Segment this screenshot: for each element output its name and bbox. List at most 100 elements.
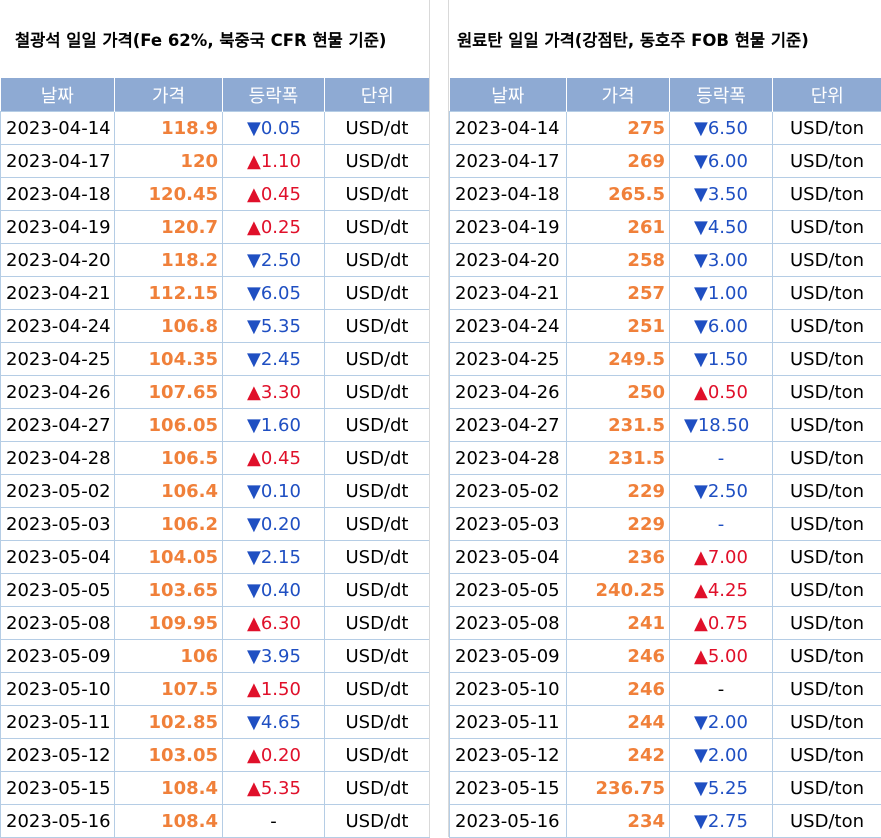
table-row: 2023-05-11102.85▼4.65USD/dt bbox=[1, 706, 430, 739]
table-row: 2023-05-15108.4▲5.35USD/dt bbox=[1, 772, 430, 805]
date-cell: 2023-05-04 bbox=[1, 541, 115, 574]
date-cell: 2023-04-20 bbox=[1, 244, 115, 277]
unit-cell: USD/ton bbox=[773, 343, 881, 376]
table-row: 2023-04-27106.05▼1.60USD/dt bbox=[1, 409, 430, 442]
unit-cell: USD/ton bbox=[773, 178, 881, 211]
price-cell: 242 bbox=[567, 739, 670, 772]
table-row: 2023-04-27231.5▼18.50USD/ton bbox=[450, 409, 881, 442]
price-cell: 231.5 bbox=[567, 409, 670, 442]
change-cell: ▼6.00 bbox=[670, 310, 773, 343]
date-cell: 2023-05-09 bbox=[1, 640, 115, 673]
price-cell: 251 bbox=[567, 310, 670, 343]
unit-cell: USD/dt bbox=[325, 376, 430, 409]
price-cell: 250 bbox=[567, 376, 670, 409]
change-cell: ▲5.00 bbox=[670, 640, 773, 673]
table-row: 2023-04-20258▼3.00USD/ton bbox=[450, 244, 881, 277]
change-cell: ▼2.50 bbox=[223, 244, 325, 277]
price-cell: 236.75 bbox=[567, 772, 670, 805]
unit-cell: USD/ton bbox=[773, 112, 881, 145]
price-cell: 112.15 bbox=[115, 277, 223, 310]
header-unit: 단위 bbox=[773, 78, 881, 112]
unit-cell: USD/ton bbox=[773, 244, 881, 277]
change-cell: ▼2.00 bbox=[670, 706, 773, 739]
change-cell: ▼5.25 bbox=[670, 772, 773, 805]
table-row: 2023-04-18120.45▲0.45USD/dt bbox=[1, 178, 430, 211]
unit-cell: USD/ton bbox=[773, 706, 881, 739]
table-row: 2023-04-24106.8▼5.35USD/dt bbox=[1, 310, 430, 343]
price-cell: 236 bbox=[567, 541, 670, 574]
table-row: 2023-05-05240.25▲4.25USD/ton bbox=[450, 574, 881, 607]
date-cell: 2023-05-02 bbox=[1, 475, 115, 508]
price-cell: 120.7 bbox=[115, 211, 223, 244]
table-row: 2023-04-17120▲1.10USD/dt bbox=[1, 145, 430, 178]
price-cell: 106.8 bbox=[115, 310, 223, 343]
unit-cell: USD/ton bbox=[773, 640, 881, 673]
date-cell: 2023-05-16 bbox=[450, 805, 567, 838]
date-cell: 2023-05-05 bbox=[1, 574, 115, 607]
change-cell: ▼1.60 bbox=[223, 409, 325, 442]
table-row: 2023-05-16234▼2.75USD/ton bbox=[450, 805, 881, 838]
change-cell: ▼0.40 bbox=[223, 574, 325, 607]
price-cell: 106 bbox=[115, 640, 223, 673]
unit-cell: USD/dt bbox=[325, 178, 430, 211]
unit-cell: USD/dt bbox=[325, 145, 430, 178]
table-row: 2023-05-16108.4-USD/dt bbox=[1, 805, 430, 838]
change-cell: ▼4.65 bbox=[223, 706, 325, 739]
unit-cell: USD/ton bbox=[773, 772, 881, 805]
price-cell: 103.65 bbox=[115, 574, 223, 607]
date-cell: 2023-05-08 bbox=[450, 607, 567, 640]
table-row: 2023-05-02229▼2.50USD/ton bbox=[450, 475, 881, 508]
unit-cell: USD/dt bbox=[325, 640, 430, 673]
date-cell: 2023-04-28 bbox=[450, 442, 567, 475]
table-row: 2023-04-14118.9▼0.05USD/dt bbox=[1, 112, 430, 145]
date-cell: 2023-05-15 bbox=[450, 772, 567, 805]
change-cell: ▲6.30 bbox=[223, 607, 325, 640]
date-cell: 2023-04-26 bbox=[450, 376, 567, 409]
price-cell: 103.05 bbox=[115, 739, 223, 772]
date-cell: 2023-04-27 bbox=[1, 409, 115, 442]
unit-cell: USD/dt bbox=[325, 706, 430, 739]
unit-cell: USD/dt bbox=[325, 772, 430, 805]
coking-coal-panel: 원료탄 일일 가격(강점탄, 동호주 FOB 현물 기준) 날짜 가격 등락폭 … bbox=[449, 0, 881, 838]
table-header-row: 날짜 가격 등락폭 단위 bbox=[1, 78, 430, 112]
change-cell: ▲0.45 bbox=[223, 178, 325, 211]
date-cell: 2023-04-17 bbox=[450, 145, 567, 178]
table-row: 2023-05-03106.2▼0.20USD/dt bbox=[1, 508, 430, 541]
price-cell: 118.9 bbox=[115, 112, 223, 145]
price-cell: 246 bbox=[567, 673, 670, 706]
change-cell: ▲0.75 bbox=[670, 607, 773, 640]
change-cell: ▼2.00 bbox=[670, 739, 773, 772]
change-cell: ▼6.05 bbox=[223, 277, 325, 310]
change-cell: ▼1.50 bbox=[670, 343, 773, 376]
table-row: 2023-05-02106.4▼0.10USD/dt bbox=[1, 475, 430, 508]
price-cell: 241 bbox=[567, 607, 670, 640]
date-cell: 2023-05-05 bbox=[450, 574, 567, 607]
change-cell: ▲7.00 bbox=[670, 541, 773, 574]
date-cell: 2023-04-25 bbox=[1, 343, 115, 376]
unit-cell: USD/ton bbox=[773, 475, 881, 508]
date-cell: 2023-04-20 bbox=[450, 244, 567, 277]
date-cell: 2023-05-08 bbox=[1, 607, 115, 640]
header-date: 날짜 bbox=[450, 78, 567, 112]
table-row: 2023-04-21112.15▼6.05USD/dt bbox=[1, 277, 430, 310]
change-cell: ▼2.15 bbox=[223, 541, 325, 574]
change-cell: ▼0.20 bbox=[223, 508, 325, 541]
change-cell: ▲4.25 bbox=[670, 574, 773, 607]
date-cell: 2023-05-10 bbox=[1, 673, 115, 706]
unit-cell: USD/dt bbox=[325, 442, 430, 475]
unit-cell: USD/ton bbox=[773, 145, 881, 178]
date-cell: 2023-04-19 bbox=[1, 211, 115, 244]
date-cell: 2023-04-21 bbox=[450, 277, 567, 310]
change-cell: ▲0.45 bbox=[223, 442, 325, 475]
table-row: 2023-05-12242▼2.00USD/ton bbox=[450, 739, 881, 772]
unit-cell: USD/ton bbox=[773, 607, 881, 640]
price-cell: 106.05 bbox=[115, 409, 223, 442]
table-row: 2023-05-04236▲7.00USD/ton bbox=[450, 541, 881, 574]
date-cell: 2023-05-09 bbox=[450, 640, 567, 673]
price-cell: 249.5 bbox=[567, 343, 670, 376]
header-unit: 단위 bbox=[325, 78, 430, 112]
table-row: 2023-05-10246-USD/ton bbox=[450, 673, 881, 706]
unit-cell: USD/dt bbox=[325, 739, 430, 772]
price-cell: 106.4 bbox=[115, 475, 223, 508]
unit-cell: USD/ton bbox=[773, 310, 881, 343]
